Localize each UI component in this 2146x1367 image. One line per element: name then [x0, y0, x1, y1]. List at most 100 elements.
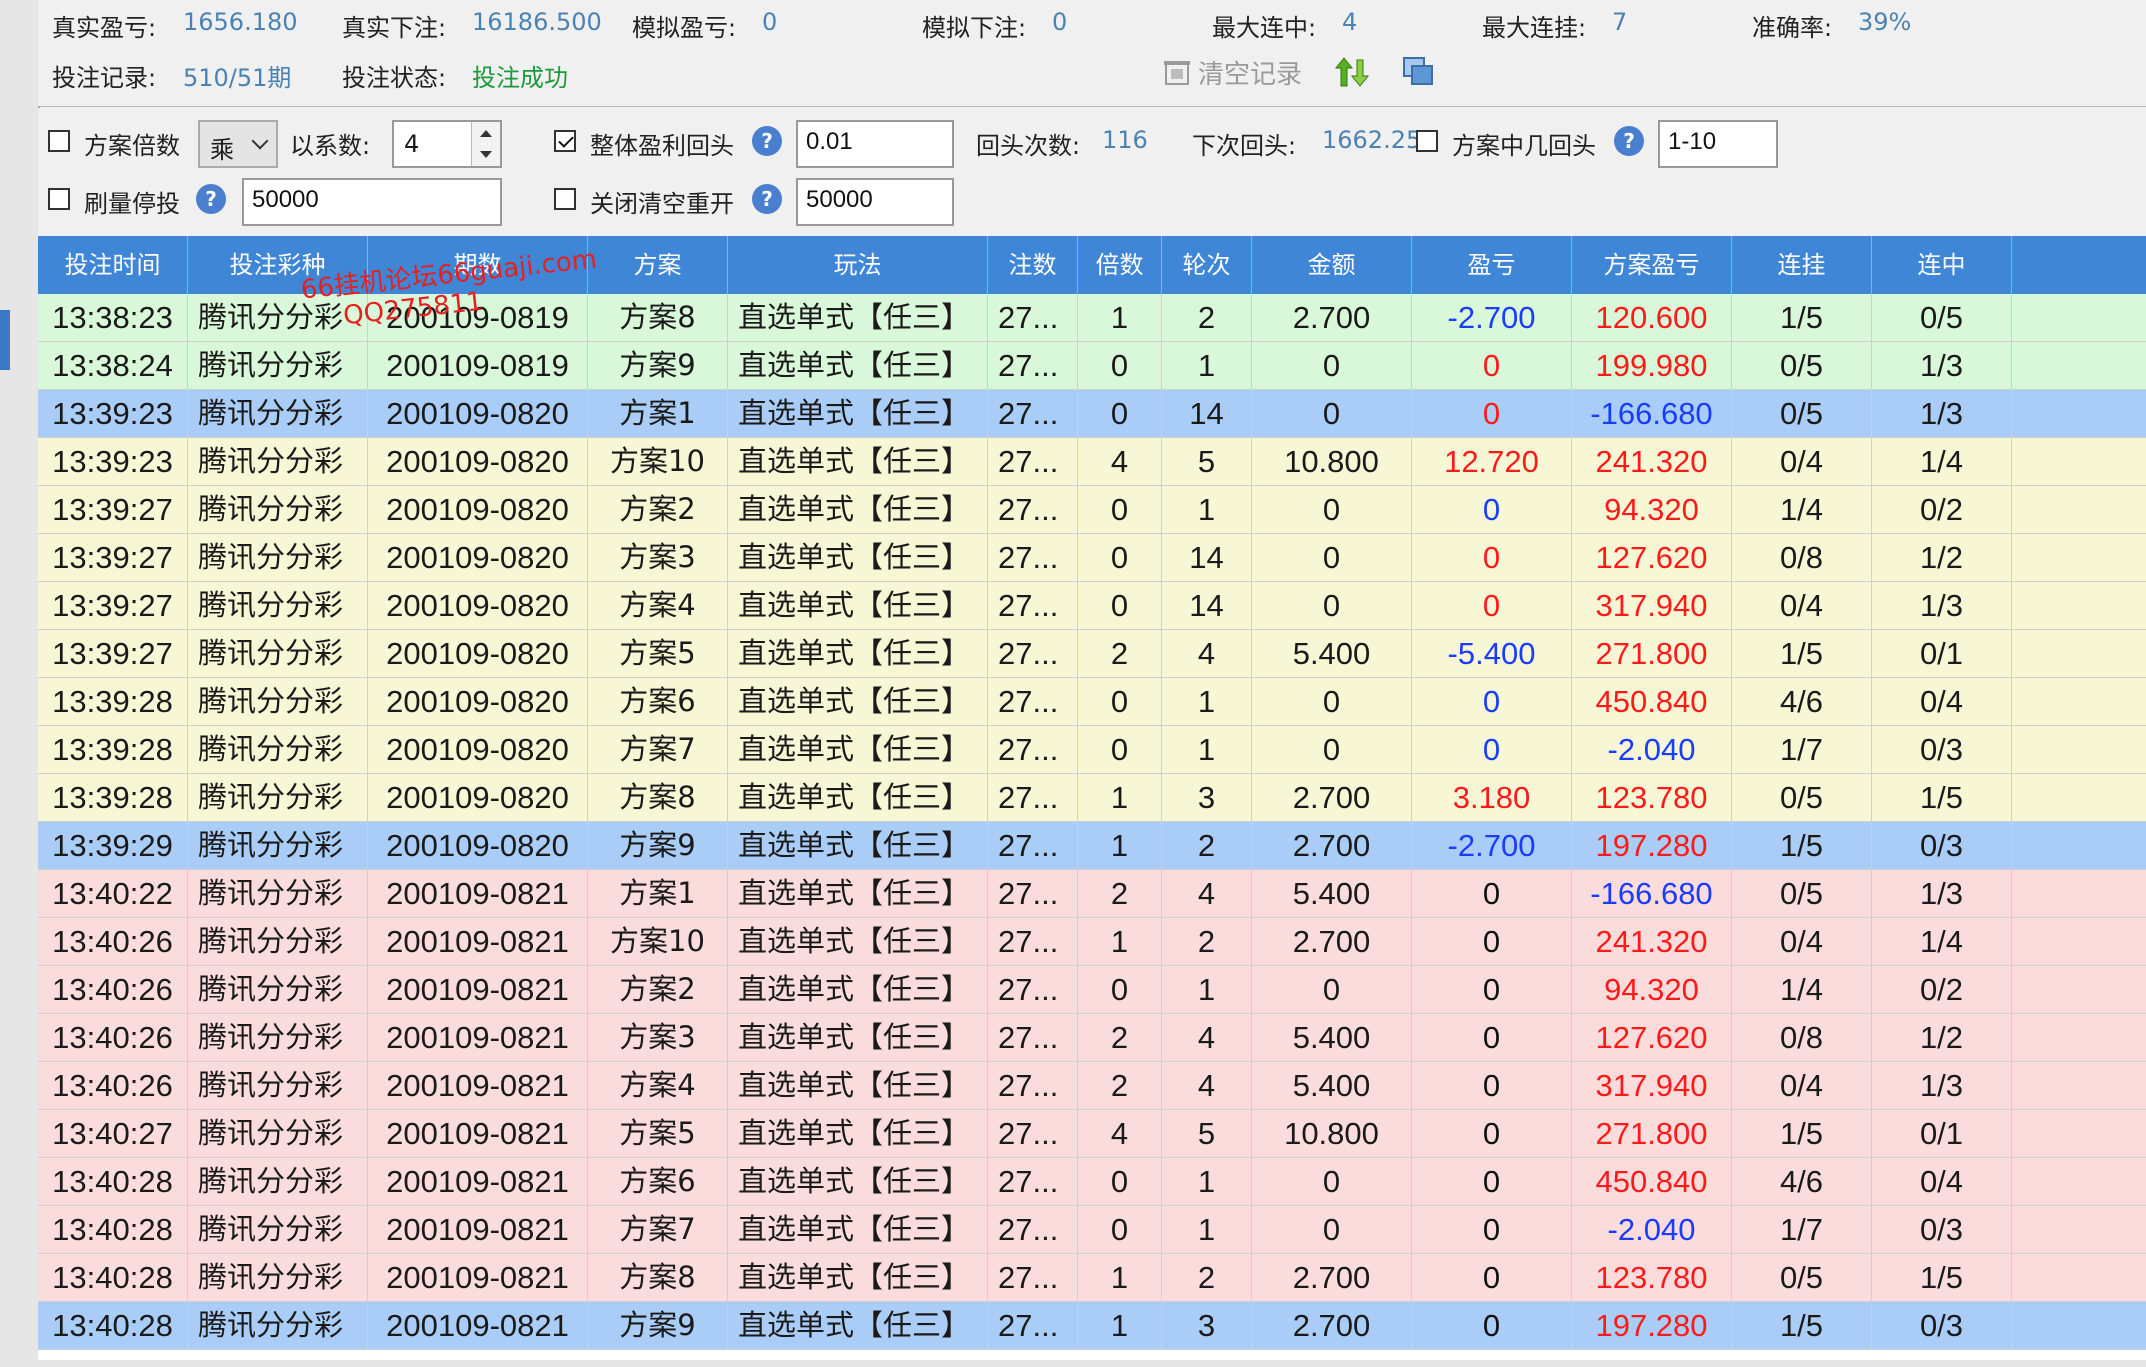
header-col-plan[interactable]: 方案 — [588, 236, 728, 294]
table-row[interactable]: 13:39:28 腾讯分分彩 200109-0820 方案7 直选单式【任三】 27...… — [38, 726, 2146, 774]
cell-period: 200109-0821 — [368, 918, 588, 965]
cell-profit: 0 — [1412, 726, 1572, 773]
sim-profit-label: 模拟盈亏: — [632, 14, 737, 42]
table-row[interactable]: 13:40:28 腾讯分分彩 200109-0821 方案8 直选单式【任三】 27...… — [38, 1254, 2146, 1302]
header-col-round[interactable]: 轮次 — [1162, 236, 1252, 294]
header-col-count[interactable]: 注数 — [988, 236, 1078, 294]
stepper-up-icon[interactable] — [480, 130, 492, 137]
header-col-mult[interactable]: 倍数 — [1078, 236, 1162, 294]
overall-profit-input[interactable]: 0.01 — [796, 120, 954, 168]
cell-loss-streak: 0/4 — [1732, 918, 1872, 965]
header-col-time[interactable]: 投注时间 — [38, 236, 188, 294]
table-row[interactable]: 13:40:26 腾讯分分彩 200109-0821 方案3 直选单式【任三】 27...… — [38, 1014, 2146, 1062]
bet-records-table[interactable]: 投注时间 投注彩种 期数 方案 玩法 注数 倍数 轮次 金额 盈亏 方案盈亏 连挂 连中 13:38:2… — [38, 236, 2146, 1367]
real-bet-value: 16186.500 — [472, 8, 602, 36]
table-row[interactable]: 13:39:27 腾讯分分彩 200109-0820 方案4 直选单式【任三】 27...… — [38, 582, 2146, 630]
help-icon[interactable]: ? — [1614, 126, 1644, 156]
table-row[interactable]: 13:40:28 腾讯分分彩 200109-0821 方案6 直选单式【任三】 27...… — [38, 1158, 2146, 1206]
plan-multiplier-checkbox[interactable] — [48, 130, 70, 152]
table-row[interactable]: 13:40:26 腾讯分分彩 200109-0821 方案10 直选单式【任三】 27..… — [38, 918, 2146, 966]
table-row[interactable]: 13:39:27 腾讯分分彩 200109-0820 方案5 直选单式【任三】 27...… — [38, 630, 2146, 678]
plan-range-input[interactable]: 1-10 — [1658, 120, 1778, 168]
cell-plan: 方案9 — [588, 822, 728, 869]
header-col-play[interactable]: 玩法 — [728, 236, 988, 294]
help-icon[interactable]: ? — [196, 184, 226, 214]
table-row[interactable]: 13:39:29 腾讯分分彩 200109-0820 方案9 直选单式【任三】 27...… — [38, 822, 2146, 870]
cell-profit: 0 — [1412, 1014, 1572, 1061]
cell-lottery: 腾讯分分彩 — [188, 822, 368, 869]
cell-period: 200109-0821 — [368, 1254, 588, 1301]
header-col-profit[interactable]: 盈亏 — [1412, 236, 1572, 294]
close-clear-input[interactable]: 50000 — [796, 178, 954, 226]
table-row[interactable]: 13:39:27 腾讯分分彩 200109-0820 方案2 直选单式【任三】 27...… — [38, 486, 2146, 534]
header-col-plan-profit[interactable]: 方案盈亏 — [1572, 236, 1732, 294]
cell-mult: 0 — [1078, 390, 1162, 437]
header-col-loss-streak[interactable]: 连挂 — [1732, 236, 1872, 294]
cell-lottery: 腾讯分分彩 — [188, 1302, 368, 1349]
close-clear-checkbox[interactable] — [554, 188, 576, 210]
max-loss-streak-label: 最大连挂: — [1482, 14, 1587, 42]
coefficient-stepper[interactable]: 4 — [392, 120, 502, 168]
table-row[interactable]: 13:40:28 腾讯分分彩 200109-0821 方案9 直选单式【任三】 27...… — [38, 1302, 2146, 1350]
left-splitter[interactable] — [0, 0, 40, 1367]
cell-loss-streak: 4/6 — [1732, 678, 1872, 725]
cell-plan-profit: 120.600 — [1572, 294, 1732, 341]
help-icon[interactable]: ? — [752, 126, 782, 156]
table-row[interactable]: 13:40:28 腾讯分分彩 200109-0821 方案7 直选单式【任三】 27...… — [38, 1206, 2146, 1254]
cell-play: 直选单式【任三】 — [728, 630, 988, 677]
header-col-win-streak[interactable]: 连中 — [1872, 236, 2012, 294]
cell-count: 27... — [988, 726, 1078, 773]
table-row[interactable]: 13:38:24 腾讯分分彩 200109-0819 方案9 直选单式【任三】 27...… — [38, 342, 2146, 390]
cell-count: 27... — [988, 822, 1078, 869]
clear-records-label: 清空记录 — [1198, 60, 1303, 90]
cell-mult: 1 — [1078, 918, 1162, 965]
table-row[interactable]: 13:40:27 腾讯分分彩 200109-0821 方案5 直选单式【任三】 27...… — [38, 1110, 2146, 1158]
cell-profit: 0 — [1412, 1110, 1572, 1157]
table-row[interactable]: 13:40:22 腾讯分分彩 200109-0821 方案1 直选单式【任三】 27...… — [38, 870, 2146, 918]
cell-count: 27... — [988, 438, 1078, 485]
cell-play: 直选单式【任三】 — [728, 390, 988, 437]
plan-range-checkbox[interactable] — [1416, 130, 1438, 152]
table-row[interactable]: 13:39:28 腾讯分分彩 200109-0820 方案6 直选单式【任三】 27...… — [38, 678, 2146, 726]
max-loss-streak-value: 7 — [1612, 8, 1628, 36]
cell-mult: 1 — [1078, 1302, 1162, 1349]
cell-play: 直选单式【任三】 — [728, 1110, 988, 1157]
table-row[interactable]: 13:39:23 腾讯分分彩 200109-0820 方案10 直选单式【任三】 27..… — [38, 438, 2146, 486]
table-row[interactable]: 13:39:27 腾讯分分彩 200109-0820 方案3 直选单式【任三】 27...… — [38, 534, 2146, 582]
help-icon[interactable]: ? — [752, 184, 782, 214]
stepper-buttons[interactable] — [471, 122, 500, 166]
window-copy-icon[interactable] — [1400, 54, 1436, 90]
header-col-amount[interactable]: 金额 — [1252, 236, 1412, 294]
overall-profit-checkbox[interactable] — [554, 130, 576, 152]
cell-round: 5 — [1162, 438, 1252, 485]
table-row[interactable]: 13:40:26 腾讯分分彩 200109-0821 方案4 直选单式【任三】 27...… — [38, 1062, 2146, 1110]
cell-period: 200109-0820 — [368, 630, 588, 677]
export-arrows-icon[interactable] — [1334, 54, 1370, 90]
cell-play: 直选单式【任三】 — [728, 822, 988, 869]
clear-records-button[interactable]: 清空记录 — [1162, 54, 1302, 91]
cell-time: 13:39:23 — [38, 438, 188, 485]
cell-plan-profit: 197.280 — [1572, 1302, 1732, 1349]
cell-count: 27... — [988, 630, 1078, 677]
cell-win-streak: 1/3 — [1872, 870, 2012, 917]
cell-profit: 0 — [1412, 534, 1572, 581]
table-row[interactable]: 13:39:23 腾讯分分彩 200109-0820 方案1 直选单式【任三】 27...… — [38, 390, 2146, 438]
cell-round: 14 — [1162, 534, 1252, 581]
cell-loss-streak: 1/7 — [1732, 726, 1872, 773]
sim-bet-label: 模拟下注: — [922, 14, 1027, 42]
cell-win-streak: 1/5 — [1872, 774, 2012, 821]
cell-amount: 2.700 — [1252, 1254, 1412, 1301]
multiplier-select[interactable]: 乘 — [198, 120, 278, 168]
cell-play: 直选单式【任三】 — [728, 918, 988, 965]
cell-count: 27... — [988, 534, 1078, 581]
table-row[interactable]: 13:39:28 腾讯分分彩 200109-0820 方案8 直选单式【任三】 27...… — [38, 774, 2146, 822]
table-row[interactable]: 13:40:26 腾讯分分彩 200109-0821 方案2 直选单式【任三】 27...… — [38, 966, 2146, 1014]
cell-plan: 方案8 — [588, 294, 728, 341]
stop-amount-checkbox[interactable] — [48, 188, 70, 210]
cell-plan: 方案8 — [588, 1254, 728, 1301]
cell-amount: 0 — [1252, 342, 1412, 389]
stop-amount-input[interactable]: 50000 — [242, 178, 502, 226]
stepper-down-icon[interactable] — [480, 151, 492, 158]
cell-time: 13:39:23 — [38, 390, 188, 437]
stop-amount-label: 刷量停投 — [84, 190, 180, 218]
